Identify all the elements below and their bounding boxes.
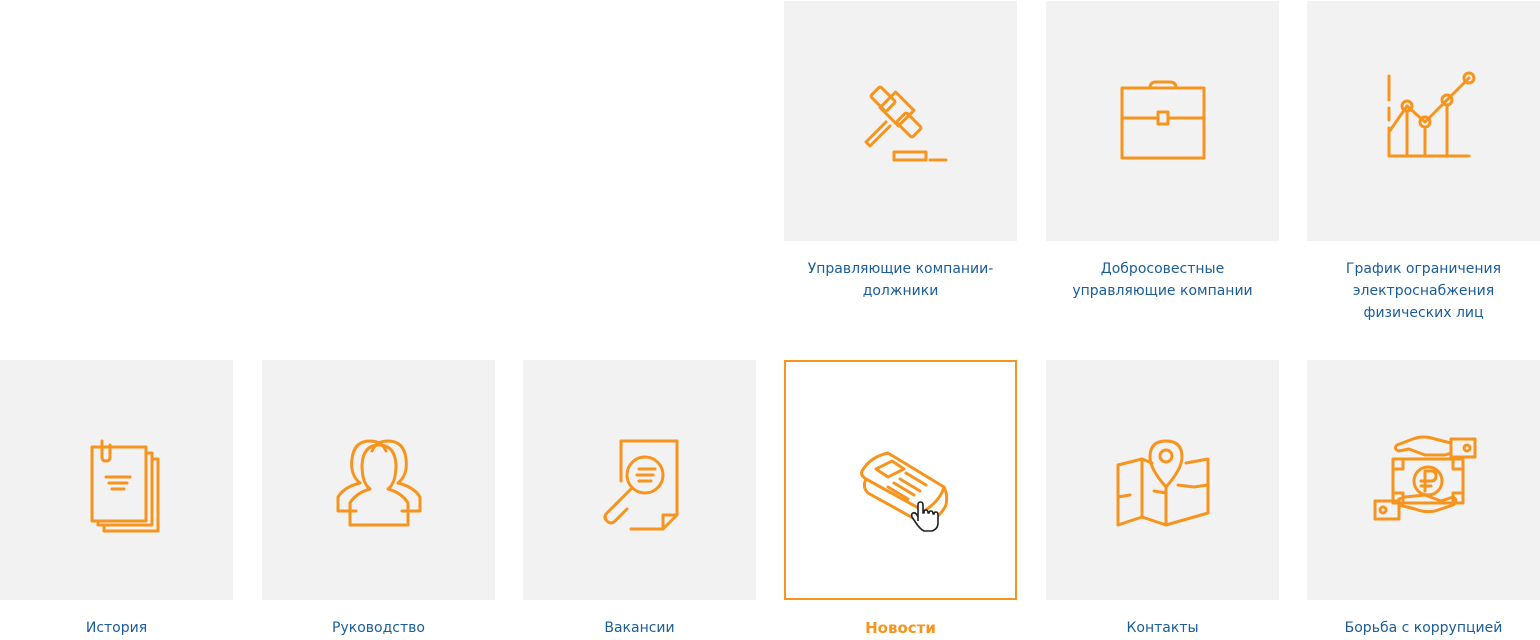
tile-box: [523, 360, 756, 600]
tile-history[interactable]: История: [0, 360, 233, 639]
tile-fair-companies[interactable]: Добросовестные управляющие компании: [1046, 1, 1279, 302]
tile-label: Вакансии: [604, 620, 675, 636]
tile-label: Новости: [865, 619, 936, 637]
tile-vacancies[interactable]: Вакансии: [523, 360, 756, 639]
gavel-icon: [846, 66, 956, 176]
tile-box: [1307, 1, 1540, 241]
tile-label: Руководство: [332, 620, 425, 636]
tile-label: Борьба с коррупцией: [1344, 620, 1503, 636]
tile-box: [784, 1, 1017, 241]
line-chart-icon: [1369, 66, 1479, 176]
documents-icon: [62, 425, 172, 535]
tile-news[interactable]: Новости: [784, 360, 1017, 639]
map-pin-icon: [1108, 425, 1218, 535]
tile-debtor-companies[interactable]: Управляющие компании-должники: [784, 1, 1017, 302]
tile-box: [784, 360, 1017, 600]
tile-anticorruption[interactable]: Борьба с коррупцией: [1307, 360, 1540, 639]
document-search-icon: [585, 425, 695, 535]
tile-box: [1307, 360, 1540, 600]
tile-label: Добросовестные управляющие компании: [1072, 261, 1253, 299]
people-icon: [324, 425, 434, 535]
tile-label: История: [85, 620, 148, 636]
tile-power-schedule[interactable]: График ограничения электроснабжения физи…: [1307, 1, 1540, 324]
tile-label: Контакты: [1126, 620, 1199, 636]
tile-management[interactable]: Руководство: [262, 360, 495, 639]
tile-label: Управляющие компании-должники: [807, 261, 994, 299]
tile-label: График ограничения электроснабжения физи…: [1345, 261, 1502, 321]
newspaper-icon: [846, 425, 956, 535]
tile-box: [1046, 360, 1279, 600]
tile-contacts[interactable]: Контакты: [1046, 360, 1279, 639]
tile-box: [0, 360, 233, 600]
tile-box: [1046, 1, 1279, 241]
tile-box: [262, 360, 495, 600]
briefcase-icon: [1108, 66, 1218, 176]
bribe-money-icon: [1369, 425, 1479, 535]
